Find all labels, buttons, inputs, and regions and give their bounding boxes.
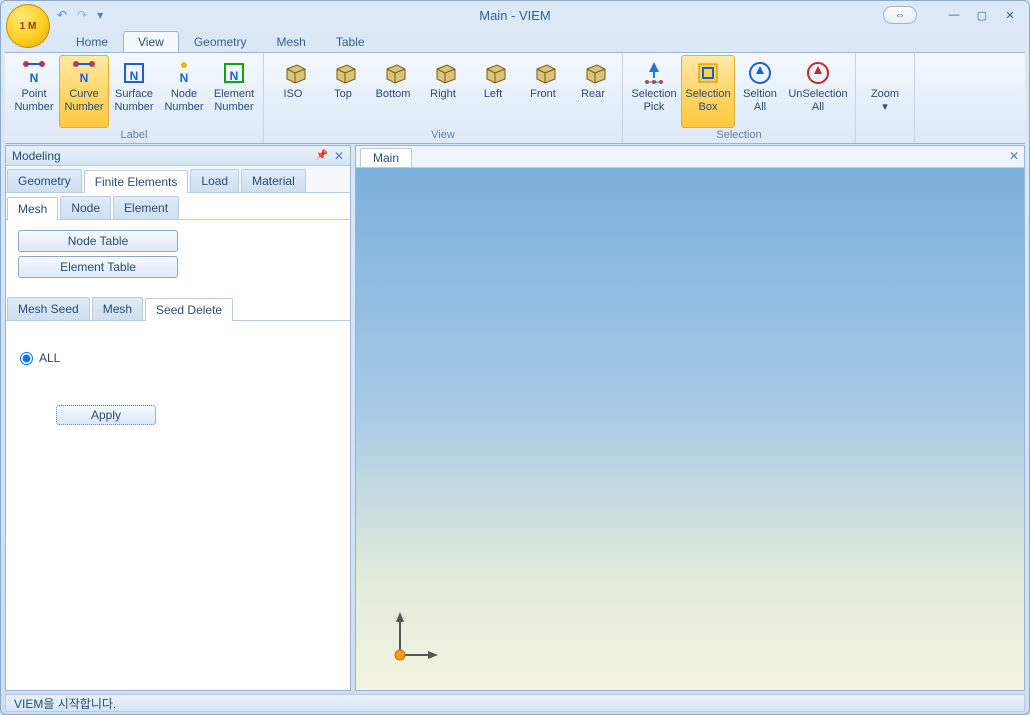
left-icon xyxy=(479,59,507,87)
right-icon xyxy=(429,59,457,87)
viewport-close-icon[interactable]: ✕ xyxy=(1009,149,1019,163)
selection-all-button[interactable]: SeltionAll xyxy=(735,55,785,128)
right-button[interactable]: Right xyxy=(418,55,468,128)
window-title: Main - VIEM xyxy=(479,8,551,23)
point-number-icon: N xyxy=(20,59,48,87)
status-bar: VIEM을 시작합니다. xyxy=(5,694,1025,712)
curve-number-button[interactable]: NCurveNumber xyxy=(59,55,109,128)
point-number-button[interactable]: NPointNumber xyxy=(9,55,59,128)
radio-all-label: ALL xyxy=(39,351,60,365)
title-bar: ↶ ↷ ▾ Main - VIEM ⇔ — ▢ ✕ xyxy=(1,1,1029,29)
element-table-button[interactable]: Element Table xyxy=(18,256,178,278)
panel-title: Modeling xyxy=(12,149,61,163)
selection-box-icon xyxy=(694,59,722,87)
left-button[interactable]: Left xyxy=(468,55,518,128)
tab-home[interactable]: Home xyxy=(61,31,123,52)
node-table-button[interactable]: Node Table xyxy=(18,230,178,252)
panel-close-icon[interactable]: ✕ xyxy=(334,149,344,163)
close-icon[interactable]: ✕ xyxy=(999,6,1021,24)
bottom-button[interactable]: Bottom xyxy=(368,55,418,128)
svg-text:N: N xyxy=(130,69,139,83)
svg-text:N: N xyxy=(230,69,239,83)
app-button[interactable]: 1 M xyxy=(6,4,50,48)
tab-node[interactable]: Node xyxy=(60,196,111,219)
top-icon xyxy=(329,59,357,87)
redo-icon[interactable]: ↷ xyxy=(77,8,87,22)
group-label: View xyxy=(264,128,622,143)
viewport-tab-main[interactable]: Main xyxy=(360,148,412,168)
node-number-button[interactable]: NNodeNumber xyxy=(159,55,209,128)
selection-pick-button[interactable]: SelectionPick xyxy=(627,55,681,128)
curve-number-icon: N xyxy=(70,59,98,87)
iso-icon xyxy=(279,59,307,87)
tab-mesh2[interactable]: Mesh xyxy=(92,297,143,320)
axis-triad-icon xyxy=(380,610,440,670)
tab-seed-delete[interactable]: Seed Delete xyxy=(145,298,233,321)
pin-icon[interactable]: 📌 xyxy=(315,150,327,161)
node-number-icon: N xyxy=(170,59,198,87)
element-number-icon: N xyxy=(220,59,248,87)
group-label xyxy=(856,140,914,143)
viewport-panel: Main ✕ xyxy=(355,145,1025,691)
zoom-icon xyxy=(871,59,899,87)
rear-icon xyxy=(579,59,607,87)
tab-material[interactable]: Material xyxy=(241,169,306,192)
surface-number-icon: N xyxy=(120,59,148,87)
tab-mesh-seed[interactable]: Mesh Seed xyxy=(7,297,90,320)
minimize-icon[interactable]: — xyxy=(943,6,965,24)
svg-text:N: N xyxy=(30,71,39,85)
tab-element[interactable]: Element xyxy=(113,196,179,219)
selection-box-button[interactable]: SelectionBox xyxy=(681,55,735,128)
front-icon xyxy=(529,59,557,87)
unselection-all-button[interactable]: UnSelectionAll xyxy=(785,55,851,128)
tab-load[interactable]: Load xyxy=(190,169,239,192)
radio-all[interactable] xyxy=(20,352,33,365)
svg-text:N: N xyxy=(80,71,89,85)
front-button[interactable]: Front xyxy=(518,55,568,128)
qat-dropdown-icon[interactable]: ▾ xyxy=(97,8,103,22)
top-button[interactable]: Top xyxy=(318,55,368,128)
tab-mesh[interactable]: Mesh xyxy=(7,197,58,220)
tab-finite-elements[interactable]: Finite Elements xyxy=(84,170,189,193)
iso-button[interactable]: ISO xyxy=(268,55,318,128)
rear-button[interactable]: Rear xyxy=(568,55,618,128)
apply-button[interactable]: Apply xyxy=(56,405,156,425)
modeling-panel: Modeling 📌 ✕ Geometry Finite Elements Lo… xyxy=(5,145,351,691)
group-label: Selection xyxy=(623,128,855,143)
ribbon: NPointNumberNCurveNumberNSurfaceNumberNN… xyxy=(5,52,1025,144)
viewport-canvas[interactable] xyxy=(356,168,1024,690)
surface-number-button[interactable]: NSurfaceNumber xyxy=(109,55,159,128)
selection-all-icon xyxy=(746,59,774,87)
unselection-all-icon xyxy=(804,59,832,87)
tab-geometry[interactable]: Geometry xyxy=(179,31,262,52)
selection-pick-icon xyxy=(640,59,668,87)
help-pill-icon[interactable]: ⇔ xyxy=(883,6,917,24)
menu-bar: Home View Geometry Mesh Table xyxy=(61,29,1029,52)
svg-text:N: N xyxy=(180,71,189,85)
group-label: Label xyxy=(5,128,263,143)
zoom-button[interactable]: Zoom▾ xyxy=(860,55,910,140)
tab-geometry-panel[interactable]: Geometry xyxy=(7,169,82,192)
maximize-icon[interactable]: ▢ xyxy=(971,6,993,24)
status-text: VIEM을 시작합니다. xyxy=(14,695,116,712)
element-number-button[interactable]: NElementNumber xyxy=(209,55,259,128)
undo-icon[interactable]: ↶ xyxy=(57,8,67,22)
tab-view[interactable]: View xyxy=(123,31,179,52)
bottom-icon xyxy=(379,59,407,87)
tab-mesh[interactable]: Mesh xyxy=(262,31,321,52)
tab-table[interactable]: Table xyxy=(321,31,380,52)
